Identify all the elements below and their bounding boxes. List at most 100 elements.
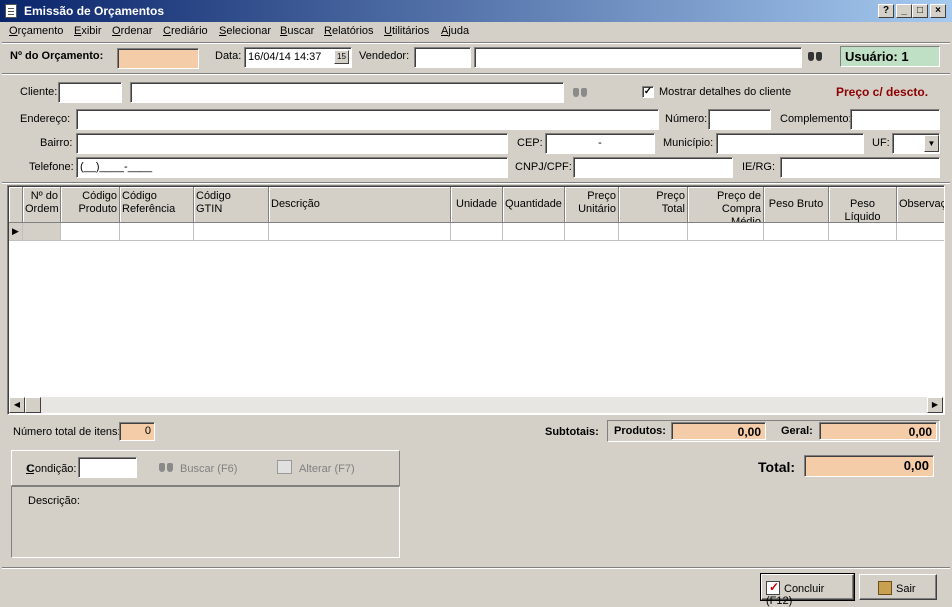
help-button[interactable]: ? [878, 4, 894, 18]
subtotais-label: Subtotais: [545, 426, 599, 438]
grid-cell[interactable] [897, 223, 944, 241]
cep-label: CEP: [517, 137, 543, 149]
close-button[interactable]: × [930, 4, 946, 18]
col-header-codigo-produto[interactable]: Código Produto [61, 187, 120, 223]
col-header-preco-total[interactable]: Preço Total [619, 187, 688, 223]
vendedor-name-field[interactable] [474, 47, 802, 68]
total-field: 0,00 [804, 455, 934, 477]
grid-cell[interactable] [688, 223, 764, 241]
col-header-unidade[interactable]: Unidade [451, 187, 503, 223]
row-indicator[interactable]: ▶ [9, 223, 23, 241]
geral-label: Geral: [781, 425, 813, 437]
document-icon [5, 4, 17, 18]
col-header-preco-compra-medio[interactable]: Preço de Compra Médio [688, 187, 764, 223]
col-header-observacao[interactable]: Observação [897, 187, 944, 223]
grid-cell[interactable] [23, 223, 61, 241]
complemento-label: Complemento: [780, 113, 852, 125]
ie-rg-field[interactable] [780, 157, 940, 178]
municipio-field[interactable] [716, 133, 864, 154]
menu-ordenar[interactable]: Ordenar [112, 25, 152, 37]
alterar-button[interactable]: Alterar (F7) [299, 463, 355, 475]
col-header-codigo-gtin[interactable]: Código GTIN [194, 187, 269, 223]
menu-bar: Orçamento Exibir Ordenar Crediário Selec… [0, 22, 952, 42]
total-label: Total: [758, 459, 796, 475]
cliente-code-field[interactable] [58, 82, 122, 103]
cep-field[interactable]: - [545, 133, 655, 154]
grid-cell[interactable] [565, 223, 619, 241]
concluir-button[interactable]: Concluir (F12) [760, 573, 855, 607]
mostrar-detalhes-label[interactable]: Mostrar detalhes do cliente [659, 86, 791, 98]
grid-cell[interactable] [269, 223, 451, 241]
title-bar[interactable]: Emissão de Orçamentos ? _ □ × [0, 0, 952, 22]
numero-label: Número: [665, 113, 708, 125]
buscar-button[interactable]: Buscar (F6) [180, 463, 237, 475]
cnpj-field[interactable] [573, 157, 733, 178]
endereco-label: Endereço: [20, 113, 71, 125]
bairro-label: Bairro: [40, 137, 73, 149]
col-header-peso-bruto[interactable]: Peso Bruto [764, 187, 829, 223]
scroll-left-arrow[interactable]: ◀ [9, 397, 25, 413]
numero-field[interactable] [708, 109, 771, 130]
menu-crediario[interactable]: Crediário [163, 25, 208, 37]
condicao-field[interactable] [78, 457, 137, 478]
data-label: Data: [215, 50, 242, 62]
buscar-binoculars-icon [158, 461, 174, 473]
menu-relatorios[interactable]: Relatórios [324, 25, 374, 37]
telefone-label: Telefone: [29, 161, 74, 173]
grid-cell[interactable] [764, 223, 829, 241]
cnpj-label: CNPJ/CPF: [515, 161, 572, 173]
cliente-name-field[interactable] [130, 82, 564, 103]
calendar-icon[interactable]: 15 [334, 50, 349, 64]
grid-separator [2, 182, 950, 184]
mostrar-detalhes-checkbox[interactable]: ✓ [642, 86, 654, 98]
menu-orcamento[interactable]: Orçamento [9, 25, 63, 37]
col-header-descricao[interactable]: Descrição [269, 187, 451, 223]
col-header-peso-liquido[interactable]: Peso Líquido [829, 187, 897, 223]
vendedor-label: Vendedor: [359, 50, 410, 62]
preco-descto-label: Preço c/ descto. [836, 85, 929, 99]
menu-exibir[interactable]: Exibir [74, 25, 102, 37]
grid-cell[interactable] [194, 223, 269, 241]
menu-buscar[interactable]: Buscar [280, 25, 314, 37]
items-grid[interactable]: Nº do Ordem Código Produto Código Referênci… [7, 185, 945, 415]
exit-door-icon [878, 581, 892, 595]
telefone-field[interactable]: (__)____-____ [76, 157, 508, 178]
sair-button[interactable]: Sair [859, 574, 937, 600]
grid-cell[interactable] [451, 223, 503, 241]
maximize-button[interactable]: □ [912, 4, 928, 18]
grid-cell[interactable] [619, 223, 688, 241]
endereco-field[interactable] [76, 109, 659, 130]
municipio-label: Município: [663, 137, 714, 149]
scroll-right-arrow[interactable]: ▶ [927, 397, 943, 413]
col-header-quantidade[interactable]: Quantidade [503, 187, 565, 223]
binoculars-icon[interactable] [807, 50, 823, 62]
condicao-label: CCondição: [26, 463, 77, 475]
usuario-badge: Usuário: 1 [840, 46, 940, 67]
col-header-codigo-referencia[interactable]: Código Referência [120, 187, 194, 223]
geral-subtotal-field: 0,00 [819, 422, 937, 440]
client-search-icon[interactable] [572, 86, 588, 98]
ie-rg-label: IE/RG: [742, 161, 776, 173]
horizontal-scrollbar[interactable]: ◀ ▶ [9, 397, 943, 413]
header-separator [2, 73, 950, 75]
grid-cell[interactable] [829, 223, 897, 241]
chevron-down-icon[interactable]: ▼ [924, 135, 939, 152]
grid-cell[interactable] [503, 223, 565, 241]
col-header-preco-unitario[interactable]: Preço Unitário [565, 187, 619, 223]
bairro-field[interactable] [76, 133, 508, 154]
edit-grid-icon [277, 460, 292, 474]
menu-utilitarios[interactable]: Utilitários [384, 25, 429, 37]
cliente-label: Cliente: [20, 86, 58, 98]
vendedor-code-field[interactable] [414, 47, 471, 68]
grid-cell[interactable] [61, 223, 120, 241]
scroll-thumb[interactable] [25, 397, 41, 413]
menu-selecionar[interactable]: Selecionar [219, 25, 271, 37]
grid-cell[interactable] [120, 223, 194, 241]
minimize-button[interactable]: _ [896, 4, 912, 18]
uf-label: UF: [872, 137, 890, 149]
orcamento-number-field[interactable] [117, 48, 199, 69]
orcamento-label: Nº do Orçamento: [10, 50, 104, 62]
complemento-field[interactable] [850, 109, 940, 130]
menu-ajuda[interactable]: Ajuda [441, 25, 469, 37]
col-header-ordem[interactable]: Nº do Ordem [23, 187, 61, 223]
